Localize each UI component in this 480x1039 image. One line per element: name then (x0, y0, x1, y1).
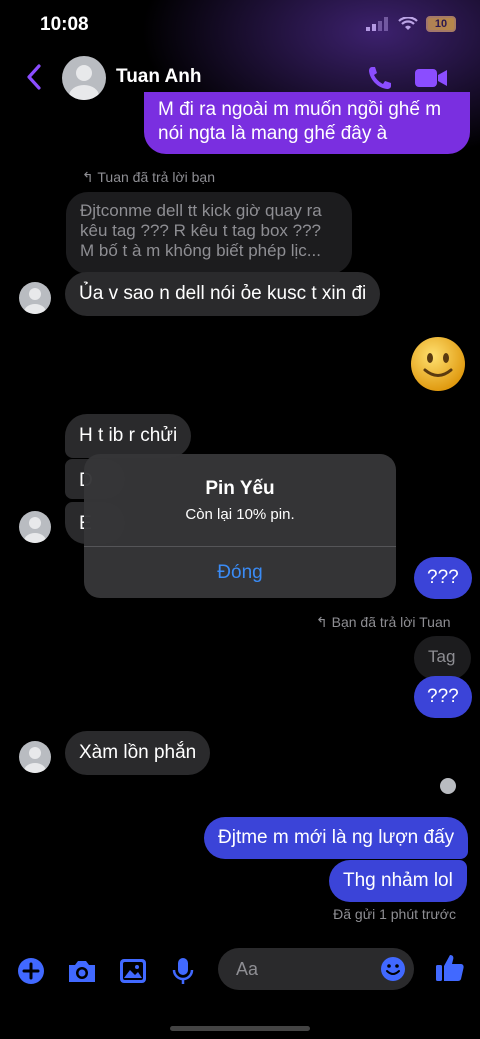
message-text: Đjtme m mới là ng lượn đấy (218, 827, 455, 848)
default-avatar-icon (24, 747, 46, 773)
video-call-icon[interactable] (414, 64, 448, 92)
default-avatar-icon (24, 288, 46, 314)
smiley-emoji-icon[interactable] (410, 336, 466, 392)
message-composer: Aa (0, 944, 480, 996)
reply-indicator: ↰ Tuan đã trả lời bạn (82, 169, 215, 186)
default-avatar-icon (24, 517, 46, 543)
message-outgoing[interactable]: Đjtme m mới là ng lượn đấy (204, 817, 469, 859)
alert-close-button[interactable]: Đóng (84, 547, 396, 598)
wifi-icon (398, 17, 418, 30)
battery-indicator: 10 (426, 16, 456, 32)
reply-label: Bạn đã trả lời Tuan (331, 614, 451, 630)
sent-status: Đã gửi 1 phút trước (333, 906, 456, 922)
message-outgoing[interactable]: Thg nhảm lol (329, 860, 467, 902)
seen-indicator-avatar (440, 778, 456, 794)
message-incoming[interactable]: Xàm lồn phắn (65, 731, 211, 775)
message-text: H t ib r chửi (79, 425, 178, 446)
reply-arrow-icon: ↰ (316, 614, 332, 630)
alert-title: Pin Yếu (205, 478, 275, 499)
contact-name[interactable]: Tuan Anh (116, 66, 201, 88)
gallery-icon[interactable] (118, 956, 148, 986)
message-outgoing[interactable]: M đi ra ngoài m muốn ngồi ghế m nói ngta… (144, 92, 470, 154)
reply-indicator: ↰ Bạn đã trả lời Tuan (316, 614, 451, 631)
message-text: Ủa v sao n dell nói ỏe kusc t xin đi (79, 283, 367, 304)
message-text: ??? (427, 567, 459, 588)
quoted-message[interactable]: Tag (414, 636, 471, 680)
microphone-icon[interactable] (170, 956, 196, 986)
phone-call-icon[interactable] (366, 64, 394, 92)
plus-icon[interactable] (16, 956, 46, 986)
quoted-message[interactable]: Đjtconme dell tt kick giờ quay ra kêu ta… (66, 192, 352, 274)
message-outgoing[interactable]: ??? (414, 676, 472, 718)
alert-message: Còn lại 10% pin. (185, 506, 295, 523)
message-text: ??? (427, 686, 459, 707)
message-incoming[interactable]: Ủa v sao n dell nói ỏe kusc t xin đi (65, 272, 381, 316)
thumbs-up-icon[interactable] (434, 952, 466, 984)
message-text: M đi ra ngoài m muốn ngồi ghế m nói ngta… (158, 99, 442, 144)
low-battery-alert: Pin Yếu Còn lại 10% pin. Đóng (84, 454, 396, 598)
back-icon[interactable] (22, 62, 46, 92)
status-bar: 10:08 10 (0, 0, 480, 52)
reply-arrow-icon: ↰ (82, 169, 98, 185)
quoted-text: Đjtconme dell tt kick giờ quay ra kêu ta… (80, 201, 322, 260)
emoji-picker-icon[interactable] (380, 956, 406, 982)
reply-label: Tuan đã trả lời bạn (97, 169, 215, 185)
default-avatar-icon (69, 65, 99, 100)
message-text: Xàm lồn phắn (79, 742, 197, 763)
quoted-text: Tag (428, 647, 456, 666)
message-text: Thg nhảm lol (343, 870, 453, 891)
sender-avatar[interactable] (19, 511, 51, 543)
status-indicators: 10 (366, 16, 456, 32)
message-incoming[interactable]: H t ib r chửi (65, 414, 192, 458)
message-outgoing[interactable]: ??? (414, 557, 472, 599)
sender-avatar[interactable] (19, 282, 51, 314)
message-input[interactable]: Aa (218, 948, 414, 990)
signal-icon (366, 17, 388, 31)
status-time: 10:08 (40, 14, 89, 35)
camera-icon[interactable] (66, 956, 98, 986)
sender-avatar[interactable] (19, 741, 51, 773)
contact-avatar[interactable] (62, 56, 106, 100)
home-indicator (170, 1026, 310, 1031)
message-input-placeholder: Aa (236, 959, 259, 979)
